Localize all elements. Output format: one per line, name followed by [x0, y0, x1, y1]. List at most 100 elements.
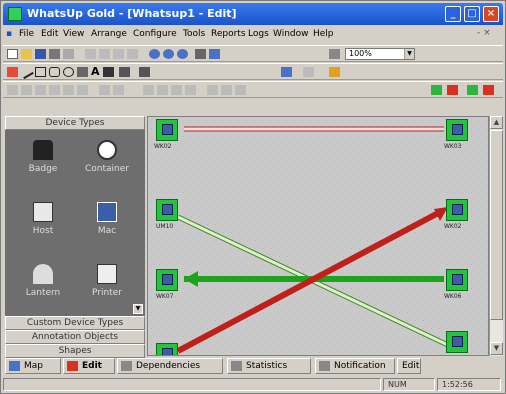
copy-icon[interactable]	[99, 49, 110, 59]
poll-up-icon[interactable]	[467, 85, 478, 95]
maximize-button[interactable]: □	[464, 6, 480, 22]
zoom-in-icon[interactable]	[149, 49, 160, 59]
menu-view[interactable]: View	[63, 29, 84, 39]
chevron-down-icon[interactable]: ▼	[133, 304, 143, 314]
shapes-header[interactable]: Shapes	[5, 344, 145, 358]
status-num: NUM	[383, 378, 435, 391]
device-node[interactable]	[156, 269, 178, 291]
zoom-fit-icon[interactable]	[177, 49, 188, 59]
chevron-down-icon[interactable]: ▼	[490, 342, 503, 355]
device-mac[interactable]: Mac	[77, 196, 137, 246]
vertical-scrollbar[interactable]: ▲ ▼	[489, 116, 503, 356]
device-icon[interactable]	[7, 67, 18, 77]
mdi-controls[interactable]: - ×	[477, 28, 491, 38]
scroll-thumb[interactable]	[490, 130, 503, 320]
binoculars-icon	[33, 140, 53, 160]
new-icon[interactable]	[7, 49, 18, 59]
device-node[interactable]	[156, 199, 178, 221]
align-right-icon[interactable]	[35, 85, 46, 95]
device-host[interactable]: Host	[13, 196, 73, 246]
device-printer[interactable]: Printer	[77, 258, 137, 308]
tab-label: Map	[24, 361, 43, 371]
device-node[interactable]	[446, 119, 468, 141]
menu-tools[interactable]: Tools	[183, 29, 205, 39]
tab-dependencies[interactable]: Dependencies	[117, 358, 223, 374]
line-color-icon[interactable]	[139, 67, 150, 77]
ungroup-icon[interactable]	[185, 85, 196, 95]
space-horizontal-icon[interactable]	[99, 85, 110, 95]
tab-edit[interactable]: Edit	[63, 358, 115, 374]
flip-icon[interactable]	[221, 85, 232, 95]
chevron-down-icon[interactable]: ▼	[404, 49, 414, 59]
polygon-icon[interactable]	[77, 67, 88, 77]
align-icon[interactable]	[303, 67, 314, 77]
close-button[interactable]: ×	[483, 6, 499, 22]
title-bar[interactable]: WhatsUp Gold - [Whatsup1 - Edit] _ □ ×	[3, 3, 503, 25]
line-icon[interactable]	[19, 64, 34, 80]
grid-icon[interactable]	[329, 49, 340, 59]
tab-statistics[interactable]: Statistics	[227, 358, 311, 374]
image-icon[interactable]	[103, 67, 114, 77]
green-flag-icon[interactable]	[431, 85, 442, 95]
print-icon[interactable]	[49, 49, 60, 59]
fill-color-icon[interactable]	[119, 67, 130, 77]
menu-configure[interactable]: Configure	[133, 29, 177, 39]
preview-icon[interactable]	[63, 49, 74, 59]
bring-front-icon[interactable]	[143, 85, 154, 95]
open-icon[interactable]	[21, 49, 32, 59]
device-container[interactable]: Container	[77, 134, 137, 184]
zoom-window-icon[interactable]	[209, 49, 220, 59]
tab-map[interactable]: Map	[5, 358, 61, 374]
device-types-header[interactable]: Device Types	[5, 116, 145, 130]
undo-icon[interactable]	[127, 49, 138, 59]
link-icon[interactable]	[281, 67, 292, 77]
menu-window[interactable]: Window	[273, 29, 309, 39]
minimize-button[interactable]: _	[445, 6, 461, 22]
device-node[interactable]	[446, 269, 468, 291]
mdi-doc-icon[interactable]: ▪	[6, 29, 12, 39]
rotate-icon[interactable]	[207, 85, 218, 95]
paste-icon[interactable]	[113, 49, 124, 59]
tab-notification[interactable]: Notification	[315, 358, 395, 374]
align-center-icon[interactable]	[21, 85, 32, 95]
align-bottom-icon[interactable]	[77, 85, 88, 95]
cut-icon[interactable]	[85, 49, 96, 59]
red-flag-icon[interactable]	[447, 85, 458, 95]
tab-label: Edit	[82, 361, 102, 371]
device-node[interactable]	[156, 119, 178, 141]
menu-edit[interactable]: Edit	[41, 29, 58, 39]
pointer-icon[interactable]	[195, 49, 206, 59]
menu-logs[interactable]: Logs	[248, 29, 269, 39]
device-node[interactable]	[156, 343, 178, 355]
align-middle-icon[interactable]	[63, 85, 74, 95]
device-lantern[interactable]: Lantern	[13, 258, 73, 308]
save-icon[interactable]	[35, 49, 46, 59]
space-vertical-icon[interactable]	[113, 85, 124, 95]
lightning-icon[interactable]	[329, 67, 340, 77]
menu-help[interactable]: Help	[313, 29, 334, 39]
lock-icon[interactable]	[235, 85, 246, 95]
menu-arrange[interactable]: Arrange	[91, 29, 127, 39]
zoom-out-icon[interactable]	[163, 49, 174, 59]
poll-down-icon[interactable]	[483, 85, 494, 95]
map-canvas[interactable]: WK02 WK03 UM10 WK02 WK07 WK06	[147, 116, 489, 356]
device-node[interactable]	[446, 331, 468, 353]
group-icon[interactable]	[171, 85, 182, 95]
device-label: Container	[85, 164, 129, 174]
ellipse-icon[interactable]	[63, 67, 74, 77]
rectangle-icon[interactable]	[35, 67, 46, 77]
device-node[interactable]	[446, 199, 468, 221]
menu-file[interactable]: File	[19, 29, 34, 39]
align-left-icon[interactable]	[7, 85, 18, 95]
device-badge[interactable]: Badge	[13, 134, 73, 184]
zoom-select[interactable]: 100% ▼	[345, 48, 415, 60]
chevron-up-icon[interactable]: ▲	[490, 116, 503, 129]
align-top-icon[interactable]	[49, 85, 60, 95]
text-icon[interactable]: A	[91, 66, 102, 77]
tab-edit-secondary[interactable]: Edit	[397, 358, 421, 374]
menu-reports[interactable]: Reports	[211, 29, 246, 39]
send-back-icon[interactable]	[157, 85, 168, 95]
rounded-rect-icon[interactable]	[49, 67, 60, 77]
custom-device-types-header[interactable]: Custom Device Types	[5, 316, 145, 330]
annotation-objects-header[interactable]: Annotation Objects	[5, 330, 145, 344]
